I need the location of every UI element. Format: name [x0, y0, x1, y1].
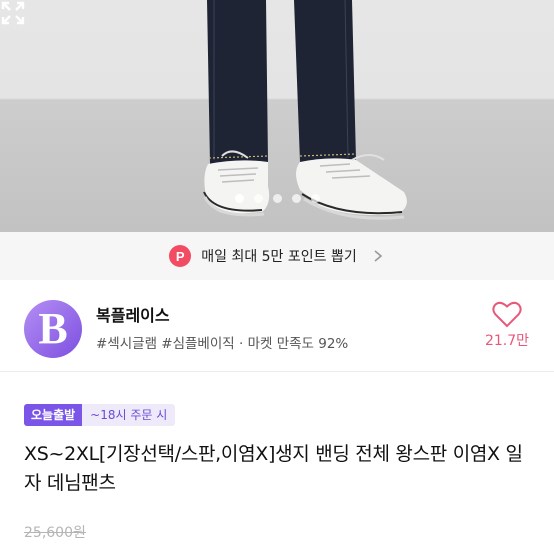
- banner-text: 매일 최대 5만 포인트 뽑기: [201, 249, 357, 265]
- shop-info-row[interactable]: B 복플레이스 #섹시글램 #심플베이직 · 마켓 만족도 92% 21.7만: [0, 280, 554, 372]
- expand-icon[interactable]: [0, 0, 26, 26]
- chevron-right-icon: [374, 250, 382, 262]
- point-event-banner[interactable]: P 매일 최대 5만 포인트 뽑기: [0, 232, 554, 280]
- heart-icon[interactable]: [492, 300, 522, 328]
- product-title: XS~2XL[기장선택/스판,이염X]생지 밴딩 전체 왕스판 이염X 일자 데…: [24, 443, 523, 494]
- pagination-dot[interactable]: [310, 194, 320, 203]
- shop-name[interactable]: 복플레이스: [96, 302, 170, 326]
- shipping-badges: 오늘출발 ~18시 주문 시: [24, 404, 176, 426]
- order-deadline-badge: ~18시 주문 시: [82, 404, 176, 426]
- pagination-dot-active[interactable]: [234, 194, 244, 203]
- gallery-pagination[interactable]: [0, 194, 554, 203]
- product-image[interactable]: [0, 0, 554, 232]
- shop-logo[interactable]: B: [24, 300, 82, 358]
- pagination-dot[interactable]: [253, 194, 263, 203]
- pagination-dot[interactable]: [272, 194, 282, 203]
- today-shipping-badge: 오늘출발: [24, 404, 83, 426]
- pagination-dot[interactable]: [291, 194, 301, 203]
- shop-tags: #섹시글램 #심플베이직 · 마켓 만족도 92%: [96, 336, 349, 352]
- like-count: 21.7만: [484, 333, 530, 349]
- original-price: 25,600원: [24, 525, 86, 541]
- point-icon: P: [169, 245, 192, 267]
- shop-logo-letter: B: [38, 304, 68, 353]
